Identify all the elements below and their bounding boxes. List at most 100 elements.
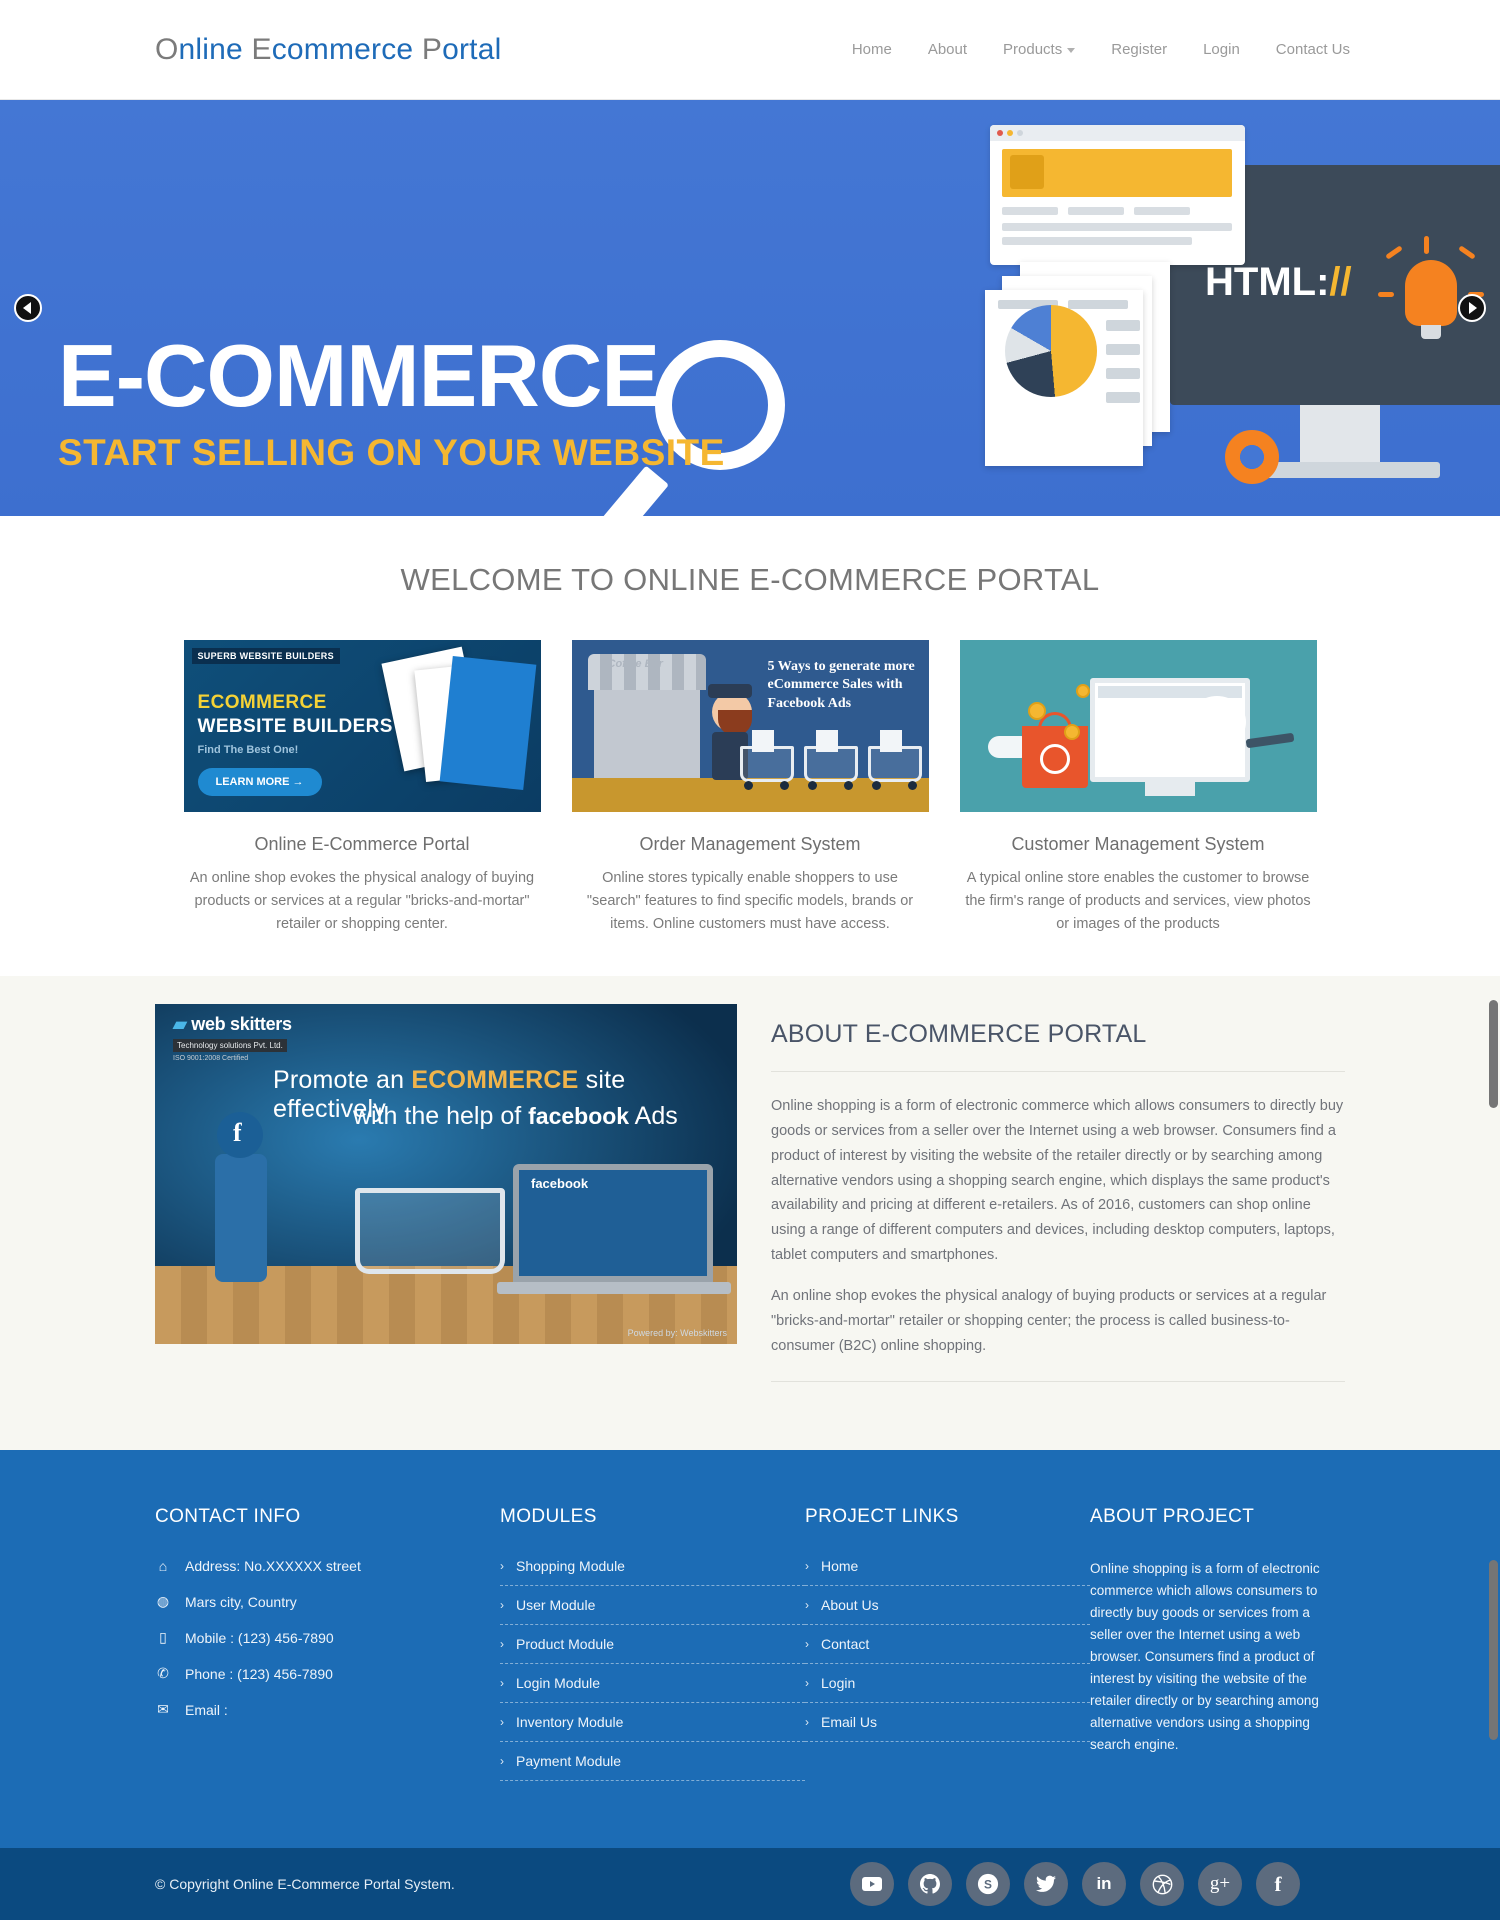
- card1-line3: Find The Best One!: [197, 744, 299, 756]
- svg-text:S: S: [984, 1878, 992, 1892]
- page-scrollbar-thumb-upper[interactable]: [1489, 1000, 1498, 1108]
- browser-line-5: [1002, 237, 1192, 245]
- chevron-right-icon: [1469, 302, 1477, 314]
- card-image-online-shopping[interactable]: [959, 640, 1317, 812]
- card1-line1: ECOMMERCE: [197, 692, 327, 713]
- card2-bag-1: [751, 730, 774, 752]
- footer-link-label: Email Us: [821, 1714, 878, 1731]
- home-icon: ⌂: [158, 1558, 168, 1575]
- browser-line-2: [1068, 207, 1124, 215]
- github-icon[interactable]: [908, 1862, 952, 1907]
- nav-item-login[interactable]: Login: [1203, 41, 1240, 58]
- feature-card-order-management-system[interactable]: Coffee Bar 5 Ways to generate more eComm…: [571, 640, 929, 936]
- monitor-html-text: HTML://: [1205, 260, 1352, 305]
- nav-label-contact-us: Contact Us: [1275, 41, 1350, 58]
- browser-avatar: [1010, 155, 1044, 189]
- about-promo2b: facebook: [528, 1102, 630, 1129]
- phone-icon: ✆: [157, 1665, 169, 1682]
- google-plus-glyph: g+: [1209, 1873, 1231, 1895]
- footer-link-user-module[interactable]: › User Module: [500, 1597, 805, 1626]
- footer-link-about-us[interactable]: › About Us: [805, 1597, 1090, 1626]
- nav-label-login: Login: [1203, 41, 1240, 58]
- card2-merchant-hat: [707, 684, 752, 698]
- about-image-laptop: facebook: [513, 1163, 713, 1282]
- card-image-ecommerce-website-builders[interactable]: SUPERB WEBSITE BUILDERS ECOMMERCE WEBSIT…: [183, 640, 541, 812]
- site-logo[interactable]: Online Ecommerce Portal: [155, 33, 501, 67]
- card2-shopfront: [593, 690, 700, 778]
- about-promo1a: Promote an: [273, 1065, 412, 1094]
- nav-item-register[interactable]: Register: [1111, 41, 1167, 58]
- skype-glyph: S: [977, 1874, 999, 1895]
- slider-prev-button[interactable]: [14, 294, 42, 322]
- sheet-line-4: [1106, 344, 1140, 355]
- sheet-line-3: [1106, 320, 1140, 331]
- card2-bag-2: [815, 730, 838, 752]
- chevron-right-icon: ›: [805, 1676, 809, 1691]
- twitter-icon[interactable]: [1024, 1862, 1068, 1907]
- about-image-brand-iso: ISO 9001:2008 Certified: [173, 1054, 249, 1062]
- page-scrollbar-thumb-lower[interactable]: [1489, 1560, 1498, 1740]
- card2-title: Order Management System: [639, 834, 861, 854]
- about-image-laptop-fb-label: facebook: [531, 1175, 589, 1191]
- about-paragraph-1: Online shopping is a form of electronic …: [771, 1097, 1344, 1264]
- footer-link-product-module[interactable]: › Product Module: [500, 1636, 805, 1665]
- youtube-icon[interactable]: [850, 1862, 894, 1907]
- footer-link-login-module[interactable]: › Login Module: [500, 1675, 805, 1704]
- browser-titlebar: [990, 125, 1245, 141]
- footer-link-payment-module[interactable]: › Payment Module: [500, 1753, 805, 1782]
- card-image-facebook-ads[interactable]: Coffee Bar 5 Ways to generate more eComm…: [571, 640, 929, 812]
- footer-link-label: User Module: [516, 1597, 596, 1614]
- hero-title: E-COMMERCE: [58, 326, 660, 425]
- footer-link-email-us[interactable]: › Email Us: [805, 1714, 1090, 1743]
- slider-next-button[interactable]: [1458, 294, 1486, 322]
- feature-card-online-ecommerce-portal[interactable]: SUPERB WEBSITE BUILDERS ECOMMERCE WEBSIT…: [183, 640, 541, 936]
- footer-heading-contact-info: CONTACT INFO: [155, 1506, 301, 1528]
- about-image-promo-line-2: with the help of facebook Ads: [353, 1102, 678, 1131]
- footer-link-label: Shopping Module: [516, 1558, 625, 1575]
- footer-heading-project-links: PROJECT LINKS: [805, 1506, 959, 1528]
- logo-part-4: commerce: [271, 32, 422, 66]
- contact-phone-text: Phone : (123) 456-7890: [185, 1665, 333, 1682]
- footer-link-label: Inventory Module: [516, 1714, 624, 1731]
- skype-icon[interactable]: S: [966, 1862, 1010, 1907]
- feature-card-customer-management-system[interactable]: Customer Management System A typical onl…: [959, 640, 1317, 936]
- copyright-text: © Copyright Online E-Commerce Portal Sys…: [155, 1876, 455, 1893]
- nav-item-about[interactable]: About: [928, 41, 967, 58]
- contact-item-address: ⌂ Address: No.XXXXXX street: [155, 1558, 500, 1574]
- logo-part-2: nline: [178, 32, 252, 66]
- nav-item-home[interactable]: Home: [852, 41, 892, 58]
- about-image-cart: [355, 1187, 505, 1274]
- footer-link-inventory-module[interactable]: › Inventory Module: [500, 1714, 805, 1743]
- card2-wheel-1: [743, 781, 753, 790]
- nav-item-products[interactable]: Products: [1003, 41, 1076, 58]
- footer-link-login[interactable]: › Login: [805, 1675, 1090, 1704]
- footer-column-contact-info: CONTACT INFO ⌂ Address: No.XXXXXX street…: [155, 1506, 500, 1792]
- footer-link-shopping-module[interactable]: › Shopping Module: [500, 1558, 805, 1587]
- card3-coin-1: [1027, 702, 1046, 720]
- linkedin-icon[interactable]: in: [1082, 1862, 1126, 1907]
- footer-about-project-text: Online shopping is a form of electronic …: [1090, 1561, 1320, 1753]
- footer-link-home[interactable]: › Home: [805, 1558, 1090, 1587]
- browser-line-3: [1134, 207, 1190, 215]
- google-plus-icon[interactable]: g+: [1198, 1862, 1242, 1907]
- contact-city-text: Mars city, Country: [185, 1593, 297, 1610]
- monitor-html-accent: //: [1329, 260, 1352, 304]
- card2-wheel-6: [907, 781, 917, 790]
- card1-learn-more-button[interactable]: LEARN MORE →: [197, 768, 322, 796]
- sheet-line-2: [1068, 300, 1128, 309]
- contact-mobile-text: Mobile : (123) 456-7890: [185, 1629, 334, 1646]
- dribbble-icon[interactable]: [1140, 1862, 1184, 1907]
- contact-item-phone: ✆ Phone : (123) 456-7890: [155, 1665, 500, 1682]
- about-image-laptop-screen: facebook: [519, 1169, 707, 1276]
- monitor-stand: [1300, 405, 1380, 465]
- github-glyph: [920, 1874, 940, 1894]
- footer-column-project-links: PROJECT LINKS › Home › About Us › Contact ›…: [805, 1506, 1090, 1792]
- monitor-html-label: HTML:: [1205, 260, 1330, 304]
- hero-illustration: HTML://: [980, 100, 1500, 516]
- card3-magnifier-handle: [1245, 732, 1294, 749]
- envelope-icon: ✉: [157, 1701, 169, 1718]
- nav-item-contact-us[interactable]: Contact Us: [1276, 41, 1350, 58]
- facebook-icon[interactable]: f: [1256, 1862, 1300, 1907]
- footer-link-label: Home: [821, 1558, 859, 1575]
- footer-link-contact[interactable]: › Contact: [805, 1636, 1090, 1665]
